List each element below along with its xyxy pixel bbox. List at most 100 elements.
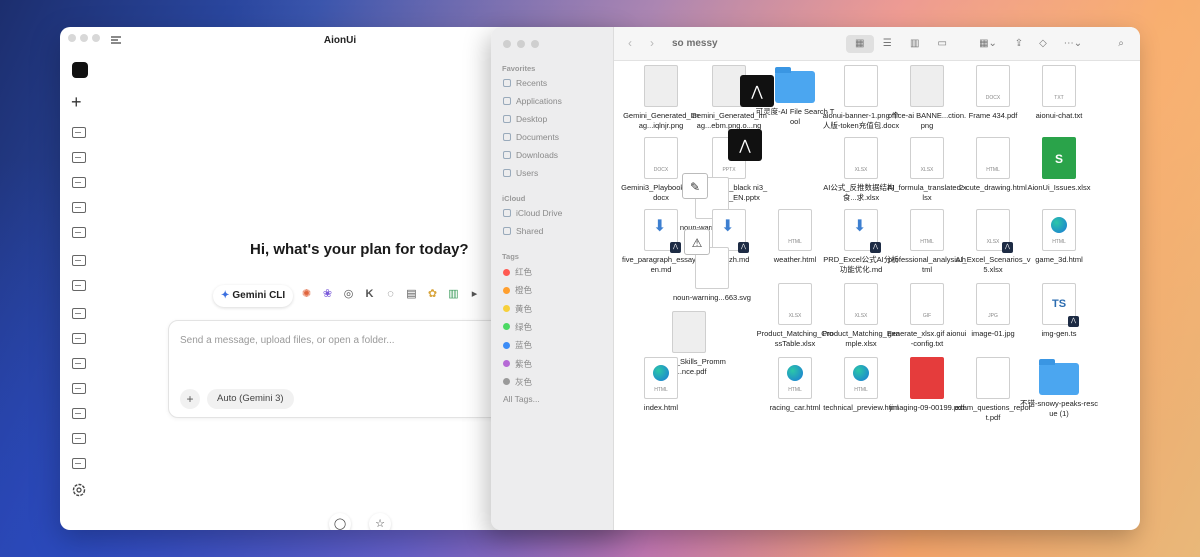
agent-select-chip[interactable]: ✦ Gemini CLI [213, 285, 294, 307]
sidebar-item-recents[interactable]: Recents [503, 78, 547, 88]
zoom-dot[interactable] [531, 40, 539, 48]
file-item[interactable]: noun-warning...663.svg [672, 247, 752, 303]
aionui-logo-icon[interactable]: ⋀ [728, 129, 762, 161]
file-name: aionui-chat.txt [1035, 111, 1083, 120]
agent-flower-icon[interactable]: ❀ [321, 288, 334, 301]
sidebar-item-label: Recents [516, 78, 548, 88]
chat-history-icon[interactable] [72, 458, 86, 469]
file-item[interactable]: 不错-snowy-peaks-rescue (1) [1019, 357, 1099, 418]
chat-history-icon[interactable] [72, 177, 86, 188]
sidebar-tag-item[interactable]: 橙色 [503, 284, 532, 296]
message-input-placeholder[interactable]: Send a message, upload files, or open a … [180, 335, 395, 346]
gemini-star-icon: ✦ [221, 290, 230, 301]
tag-color-dot-icon [503, 286, 510, 294]
chat-history-icon[interactable] [72, 433, 86, 444]
search-icon[interactable]: ⌕ [1114, 36, 1128, 52]
agent-spiral-icon[interactable]: ◌ [384, 288, 397, 301]
column-view-icon[interactable]: ▥ [901, 35, 929, 53]
file-thumbnail-icon: XLSX [778, 283, 812, 325]
sidebar-tag-item[interactable]: 紫色 [503, 358, 532, 370]
sidebar-item-documents[interactable]: Documents [503, 132, 559, 142]
tag-label: 蓝色 [515, 340, 533, 351]
icon-view-icon[interactable]: ▦ [846, 35, 874, 53]
share-icon[interactable]: ⇪ [1012, 36, 1026, 52]
feedback-icon[interactable]: ◯ [329, 513, 351, 530]
sidebar-tag-item[interactable]: 红色 [503, 266, 532, 278]
file-thumbnail-icon: HTML [778, 209, 812, 251]
file-item[interactable]: TS ⋀ img-gen.ts [1019, 283, 1099, 339]
model-mode-button[interactable]: Auto (Gemini 3) [207, 389, 294, 409]
sidebar-item-icloud-drive[interactable]: iCloud Drive [503, 208, 562, 218]
file-name: noun-warning...663.svg [673, 293, 751, 302]
file-thumbnail-icon: HTML [844, 357, 878, 399]
file-thumbnail-icon [910, 357, 944, 399]
file-item[interactable]: S AionUi_Issues.xlsx [1019, 137, 1099, 193]
file-type-label: DOCX [653, 167, 669, 173]
sidebar-tag-item[interactable]: 黄色 [503, 303, 532, 315]
agent-palette-icon[interactable]: ✿ [426, 288, 439, 301]
gallery-view-icon[interactable]: ▭ [929, 35, 957, 53]
sidebar-tag-item[interactable]: 灰色 [503, 376, 532, 388]
tag-color-dot-icon [503, 305, 510, 313]
list-view-icon[interactable]: ☰ [874, 35, 902, 53]
agent-circle-icon[interactable]: ◎ [342, 288, 355, 301]
sidebar-item-shared[interactable]: Shared [503, 226, 543, 236]
file-type-label: HTML [788, 239, 802, 245]
file-name: 不错-snowy-peaks-rescue (1) [1020, 399, 1098, 418]
star-icon[interactable]: ☆ [369, 513, 391, 530]
chat-history-icon[interactable] [72, 202, 86, 213]
more-actions-icon[interactable]: ⋯⌄ [1060, 36, 1086, 52]
chat-history-icon[interactable] [72, 127, 86, 138]
tag-label: 紫色 [515, 358, 533, 369]
sidebar-item-desktop[interactable]: Desktop [503, 114, 547, 124]
group-by-icon[interactable]: ▦⌄ [976, 36, 1000, 52]
attach-button[interactable]: + [180, 389, 200, 409]
file-thumbnail-icon: XLSX [844, 283, 878, 325]
sidebar-tag-item[interactable]: 蓝色 [503, 339, 532, 351]
back-arrow-icon[interactable]: ‹ [628, 36, 632, 50]
file-item[interactable]: HTML index.html [621, 357, 701, 413]
file-item[interactable]: TXT aionui-chat.txt [1019, 65, 1099, 121]
new-chat-icon[interactable]: + [71, 93, 82, 111]
chat-history-icon[interactable] [72, 308, 86, 319]
minimize-dot[interactable] [517, 40, 525, 48]
chat-history-icon[interactable] [72, 333, 86, 344]
file-thumbnail-icon: TXT [1042, 65, 1076, 107]
forward-arrow-icon[interactable]: › [650, 36, 654, 50]
tag-icon[interactable]: ◇ [1036, 36, 1050, 52]
agent-chart-icon[interactable]: ▥ [447, 288, 460, 301]
close-dot[interactable] [503, 40, 511, 48]
warning-svg-icon[interactable]: ✎ [682, 173, 708, 199]
sidebar-item-applications[interactable]: Applications [503, 96, 562, 106]
agent-doc-icon[interactable]: ▤ [405, 288, 418, 301]
chat-history-icon[interactable] [72, 408, 86, 419]
agent-more-icon[interactable]: ▸ [468, 288, 481, 301]
settings-gear-icon[interactable] [71, 482, 87, 498]
aionui-logo-icon[interactable]: ⋀ [740, 75, 774, 107]
sidebar-tag-item[interactable]: 绿色 [503, 321, 532, 333]
chat-history-icon[interactable] [72, 358, 86, 369]
sidebar-item-users[interactable]: Users [503, 168, 538, 178]
chat-history-icon[interactable] [72, 152, 86, 163]
file-name: game_3d.html [1035, 255, 1083, 264]
chat-history-icon[interactable] [72, 255, 86, 266]
favorites-header: Favorites [502, 64, 536, 73]
agent-sparkle-icon[interactable]: ✺ [300, 288, 313, 301]
sidebar-all-tags[interactable]: All Tags... [503, 394, 540, 404]
file-type-label: GIF [922, 313, 932, 319]
app-logo-icon[interactable] [72, 62, 88, 78]
file-thumbnail-icon: HTML [910, 209, 944, 251]
chat-history-icon[interactable] [72, 227, 86, 238]
folder-icon [1039, 359, 1079, 395]
file-thumbnail-icon: GIF [910, 283, 944, 325]
chat-history-icon[interactable] [72, 280, 86, 291]
file-type-label: XLSX [854, 167, 868, 173]
sidebar-item-downloads[interactable]: Downloads [503, 150, 558, 160]
sidebar-item-label: Users [516, 168, 539, 178]
view-mode-switcher[interactable]: ▦ ☰ ▥ ▭ [846, 35, 956, 53]
agent-k-icon[interactable]: K [363, 288, 376, 301]
warning-svg-icon[interactable]: ⚠ [684, 229, 710, 255]
aionui-badge-icon: ⋀ [1068, 316, 1079, 327]
chat-history-icon[interactable] [72, 383, 86, 394]
file-item[interactable]: HTML game_3d.html [1019, 209, 1099, 265]
